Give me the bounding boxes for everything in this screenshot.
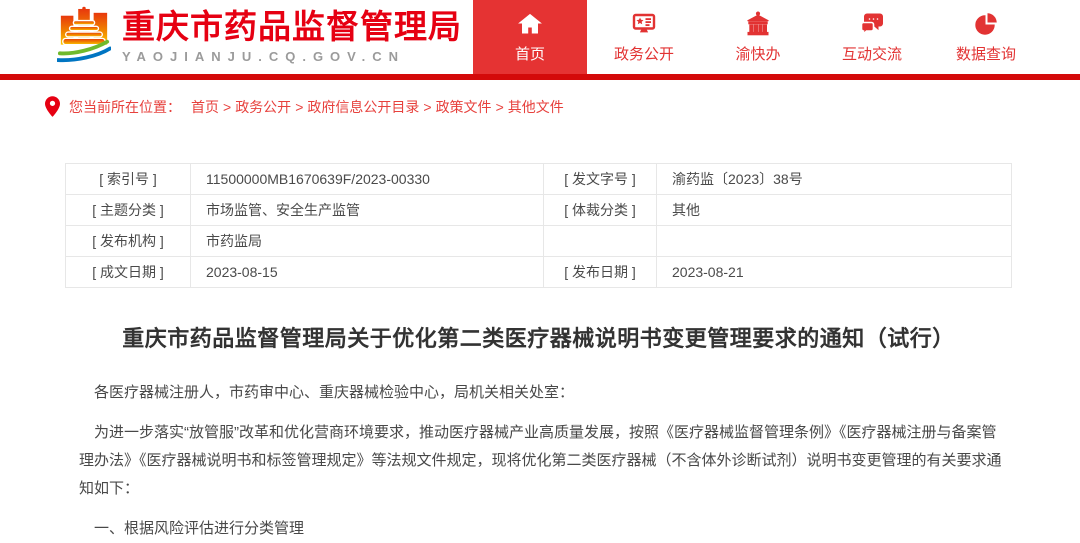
breadcrumb-link-info-directory[interactable]: 政府信息公开目录 [307,97,419,117]
meta-value-genre-class: 其他 [657,195,1012,226]
site-domain: YAOJIANJU.CQ.GOV.CN [122,49,462,64]
document-paragraph-intro: 为进一步落实“放管服”改革和优化营商环境要求，推动医疗器械产业高质量发展，按照《… [79,419,1002,503]
nav-tab-yukuaiban[interactable]: 渝快办 [701,0,815,74]
breadcrumb-separator: > [223,99,231,115]
breadcrumb-link-policy-files[interactable]: 政策文件 [436,97,492,117]
monitor-star-icon [631,10,657,37]
pie-chart-icon [973,10,999,37]
document-body: 各医疗器械注册人，市药审中心、重庆器械检验中心，局机关相关处室： 为进一步落实“… [65,379,1012,543]
breadcrumb: 您当前所在位置： 首页 > 政务公开 > 政府信息公开目录 > 政策文件 > 其… [0,80,1080,133]
nav-tab-data-query[interactable]: 数据查询 [929,0,1043,74]
meta-value-index-no: 11500000MB1670639F/2023-00330 [191,164,544,195]
document-title: 重庆市药品监督管理局关于优化第二类医疗器械说明书变更管理要求的通知（试行） [65,321,1012,353]
site-logo[interactable]: 重庆市药品监督管理局 YAOJIANJU.CQ.GOV.CN [57,6,462,69]
table-row: [ 索引号 ] 11500000MB1670639F/2023-00330 [ … [66,164,1012,195]
meta-value-doc-no: 渝药监〔2023〕38号 [657,164,1012,195]
document-page: [ 索引号 ] 11500000MB1670639F/2023-00330 [ … [65,163,1012,543]
document-paragraph-section-1: 一、根据风险评估进行分类管理 [79,515,1002,543]
table-row: [ 成文日期 ] 2023-08-15 [ 发布日期 ] 2023-08-21 [66,257,1012,288]
nav-tab-label: 首页 [515,43,545,64]
nav-tab-label: 政务公开 [614,43,674,64]
meta-label-issuing-org: [ 发布机构 ] [66,226,191,257]
table-row: [ 发布机构 ] 市药监局 [66,226,1012,257]
meta-label-publish-date: [ 发布日期 ] [544,257,657,288]
breadcrumb-separator: > [423,99,431,115]
site-title: 重庆市药品监督管理局 [122,10,462,45]
location-pin-icon [45,96,60,117]
meta-label-doc-no: [ 发文字号 ] [544,164,657,195]
meta-value-issuing-org: 市药监局 [191,226,544,257]
meta-value-empty [657,226,1012,257]
breadcrumb-link-home[interactable]: 首页 [191,97,219,117]
meta-label-topic-class: [ 主题分类 ] [66,195,191,226]
brand-text: 重庆市药品监督管理局 YAOJIANJU.CQ.GOV.CN [122,10,462,64]
nav-tab-home[interactable]: 首页 [473,0,587,74]
home-icon [518,10,542,37]
nav-tab-label: 互动交流 [842,43,902,64]
meta-label-empty [544,226,657,257]
main-nav: 首页 政务公开 [473,0,1043,74]
logo-building-icon [57,6,111,69]
document-meta-table: [ 索引号 ] 11500000MB1670639F/2023-00330 [ … [65,163,1012,288]
breadcrumb-link-gov-info[interactable]: 政务公开 [235,97,291,117]
meta-label-written-date: [ 成文日期 ] [66,257,191,288]
nav-tab-interaction[interactable]: 互动交流 [815,0,929,74]
breadcrumb-prefix: 您当前所在位置： [69,97,181,117]
document-paragraph-salutation: 各医疗器械注册人，市药审中心、重庆器械检验中心，局机关相关处室： [79,379,1002,407]
breadcrumb-link-other-files[interactable]: 其他文件 [508,97,564,117]
government-building-icon [745,10,771,37]
breadcrumb-separator: > [496,99,504,115]
meta-value-written-date: 2023-08-15 [191,257,544,288]
table-row: [ 主题分类 ] 市场监管、安全生产监管 [ 体裁分类 ] 其他 [66,195,1012,226]
site-header: 重庆市药品监督管理局 YAOJIANJU.CQ.GOV.CN 首页 [0,0,1080,74]
nav-tab-label: 渝快办 [735,43,780,64]
meta-label-genre-class: [ 体裁分类 ] [544,195,657,226]
nav-tab-label: 数据查询 [956,43,1016,64]
nav-tab-gov-info[interactable]: 政务公开 [587,0,701,74]
chat-bubbles-icon [859,10,885,37]
meta-label-index-no: [ 索引号 ] [66,164,191,195]
breadcrumb-separator: > [295,99,303,115]
meta-value-topic-class: 市场监管、安全生产监管 [191,195,544,226]
meta-value-publish-date: 2023-08-21 [657,257,1012,288]
